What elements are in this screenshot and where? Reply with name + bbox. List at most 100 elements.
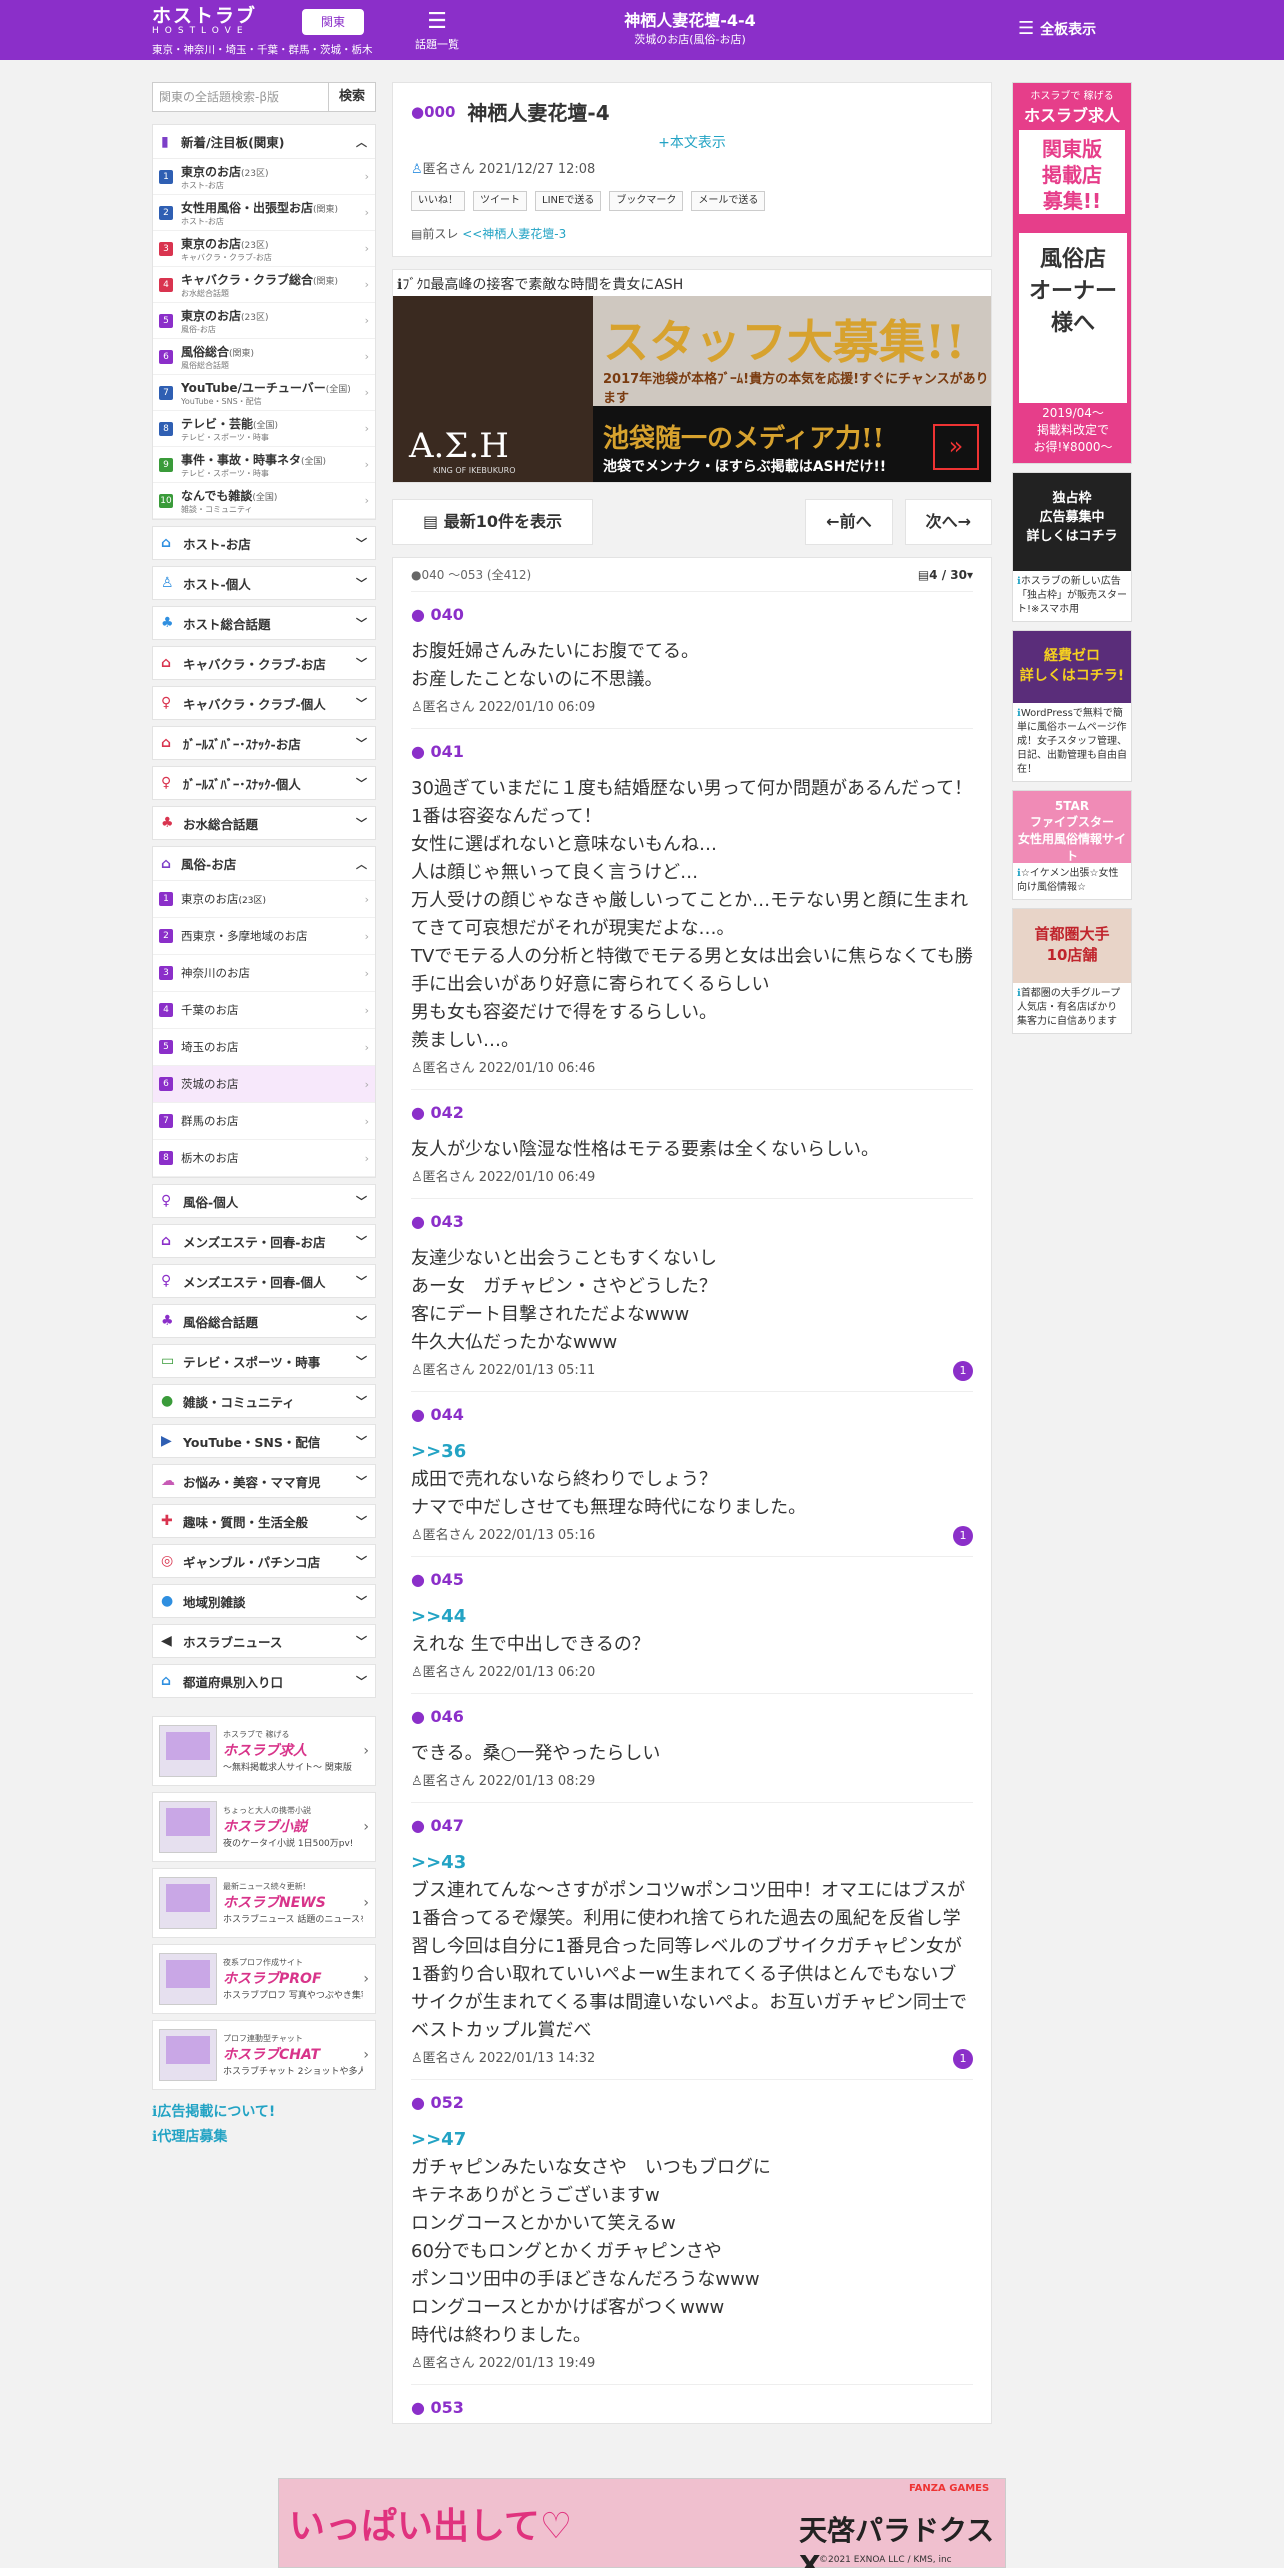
- latest-10-button[interactable]: ▤ 最新10件を表示: [392, 499, 593, 545]
- post-number[interactable]: ● 047: [411, 1803, 973, 1841]
- zero-cost-banner[interactable]: 経費ゼロ 詳しくはコチラ! ℹWordPressで無料で簡単に風俗ホームページ作…: [1012, 630, 1132, 782]
- category-label: ｶﾞｰﾙｽﾞﾊﾞｰ･ｽﾅｯｸ-お店: [183, 736, 301, 752]
- category-item[interactable]: ● 雑談・コミュニティ ﹀: [152, 1384, 376, 1418]
- post-number[interactable]: ● 041: [411, 729, 973, 767]
- bookmark-button[interactable]: ブックマーク: [609, 191, 684, 211]
- ranking-item[interactable]: 2 女性用風俗・出張型お店(関東) ホスト-お店 ›: [153, 195, 375, 231]
- category-item[interactable]: ♣ ホスト総合話題 ﹀: [152, 606, 376, 640]
- category-item[interactable]: ⌂ メンズエステ・回春-お店 ﹀: [152, 1224, 376, 1258]
- bottom-ad-copyright: ©2021 EXNOA LLC / KMS, inc: [819, 2555, 952, 2565]
- category-item[interactable]: ☁ お悩み・美容・ママ育児 ﹀: [152, 1464, 376, 1498]
- service-banner[interactable]: 最新ニュース続々更新! ホスラブNEWS ホスラブニュース 話題のニュースをみんなで…: [152, 1868, 376, 1938]
- ranking-item[interactable]: 9 事件・事故・時事ネタ(全国) テレビ・スポーツ・時事 ›: [153, 447, 375, 483]
- rank-title: 事件・事故・時事ネタ(全国): [181, 451, 365, 468]
- fuzoku-item[interactable]: 1 東京のお店 (23区) ›: [153, 881, 375, 918]
- doc-icon: ▤: [917, 567, 930, 582]
- ranking-header[interactable]: ▮ 新着/注目板(関東) ︿: [153, 125, 375, 159]
- category-item[interactable]: ◎ ギャンブル・パチンコ店 ﹀: [152, 1544, 376, 1578]
- category-item[interactable]: ◀ ホスラブニュース ﹀: [152, 1624, 376, 1658]
- category-item[interactable]: ♀ メンズエステ・回春-個人 ﹀: [152, 1264, 376, 1298]
- fuzoku-item[interactable]: 2 西東京・多摩地域のお店 ›: [153, 918, 375, 955]
- post-number[interactable]: ● 046: [411, 1694, 973, 1732]
- recruit-banner[interactable]: ホスラブで 稼げる ホスラブ求人 関東版 掲載店 募集!! 風俗店 オーナー様へ…: [1012, 82, 1132, 464]
- service-banner[interactable]: プロフ連動型チャットホスラブCHAT ホスラブチャット 2ショットや多人数で気軽に…: [152, 2020, 376, 2090]
- post-number[interactable]: ● 040: [411, 592, 973, 630]
- region-button[interactable]: 関東: [302, 9, 364, 35]
- service-banner[interactable]: 夜系プロフ作成サイトホスラブPROF ホスラブプロフ 写真やつぶやき集客特化のSN…: [152, 1944, 376, 2014]
- ranking-item[interactable]: 8 テレビ・芸能(全国) テレビ・スポーツ・時事 ›: [153, 411, 375, 447]
- category-item[interactable]: ✚ 趣味・質問・生活全般 ﹀: [152, 1504, 376, 1538]
- category-item[interactable]: ⌂ ホスト-お店 ﹀: [152, 526, 376, 560]
- prev-thread-link[interactable]: <<神栖人妻花壇-3: [462, 227, 566, 241]
- exclusive-ad-banner[interactable]: 独占枠 広告募集中 詳しくはコチラ ℹホスラブの新しい広告「独占枠」が販売スター…: [1012, 472, 1132, 622]
- category-item[interactable]: ● 地域別雑談 ﹀: [152, 1584, 376, 1618]
- post-number[interactable]: ● 043: [411, 1199, 973, 1237]
- reply-count-badge[interactable]: 1: [953, 2049, 973, 2069]
- category-item[interactable]: ♀ キャバクラ・クラブ-個人 ﹀: [152, 686, 376, 720]
- post-number[interactable]: ● 044: [411, 1392, 973, 1430]
- fivestar-banner[interactable]: 5TAR ファイブスター 女性用風俗情報サイト ℹ☆イケメン出張☆女性向け風俗情…: [1012, 790, 1132, 900]
- category-item[interactable]: ♀ 風俗-個人 ﹀: [152, 1184, 376, 1218]
- fuzoku-item[interactable]: 5 埼玉のお店 ›: [153, 1029, 375, 1066]
- ad-info-link[interactable]: ℹ広告掲載について!: [152, 2100, 376, 2125]
- all-boards-button[interactable]: ☰ 全板表示: [1018, 18, 1096, 39]
- prev-page-button[interactable]: ←前へ: [805, 499, 893, 545]
- fuzoku-item[interactable]: 8 栃木のお店 ›: [153, 1140, 375, 1177]
- fuzoku-number: 3: [159, 966, 173, 980]
- tweet-button[interactable]: ツイート: [473, 191, 527, 211]
- post-number[interactable]: ● 042: [411, 1090, 973, 1128]
- topics-button[interactable]: ☰ 話題一覧: [412, 8, 462, 52]
- site-logo[interactable]: ホストラブ HOSTLOVE: [152, 6, 292, 37]
- search-input[interactable]: 関東の全話題検索-β版: [152, 82, 328, 112]
- ranking-item[interactable]: 6 風俗総合(関東) 風俗総合話題 ›: [153, 339, 375, 375]
- category-item[interactable]: ▭ テレビ・スポーツ・時事 ﹀: [152, 1344, 376, 1378]
- fuzoku-header[interactable]: ⌂ 風俗-お店 ︿: [153, 847, 375, 881]
- ranking-item[interactable]: 5 東京のお店(23区) 風俗-お店 ›: [153, 303, 375, 339]
- fuzoku-label: 茨城のお店: [181, 1077, 239, 1091]
- category-item[interactable]: ⌂ ｶﾞｰﾙｽﾞﾊﾞｰ･ｽﾅｯｸ-お店 ﹀: [152, 726, 376, 760]
- category-item[interactable]: ⌂ 都道府県別入り口 ﹀: [152, 1664, 376, 1698]
- fuzoku-item[interactable]: 7 群馬のお店 ›: [153, 1103, 375, 1140]
- shutoken-banner[interactable]: 首都圏大手 10店舗 ℹ首都圏の大手グループ 人気店・有名店ばかり 集客力に自信…: [1012, 908, 1132, 1034]
- banner-desc: ホスラブチャット 2ショットや多人数で気軽に: [223, 2067, 364, 2077]
- service-banner[interactable]: ちょっと大人の携帯小説 ホスラブ小説 夜のケータイ小説 1日500万pv! ›: [152, 1792, 376, 1862]
- category-item[interactable]: ▶ YouTube・SNS・配信 ﹀: [152, 1424, 376, 1458]
- topics-label: 話題一覧: [415, 38, 459, 51]
- category-item[interactable]: ♣ お水総合話題 ﹀: [152, 806, 376, 840]
- post-reply-link[interactable]: >>43: [411, 1841, 973, 1877]
- line-button[interactable]: LINEで送る: [535, 191, 602, 211]
- post-number[interactable]: ● 045: [411, 1557, 973, 1595]
- ranking-item[interactable]: 1 東京のお店(23区) ホスト-お店 ›: [153, 159, 375, 195]
- reply-count-badge[interactable]: 1: [953, 1361, 973, 1381]
- ranking-item[interactable]: 4 キャバクラ・クラブ総合(関東) お水総合話題 ›: [153, 267, 375, 303]
- banner-text: ホスラブで 稼げる ホスラブ求人 〜無料掲載求人サイト〜 関東版: [223, 1729, 363, 1773]
- fuzoku-item[interactable]: 4 千葉のお店 ›: [153, 992, 375, 1029]
- fuzoku-item[interactable]: 3 神奈川のお店 ›: [153, 955, 375, 992]
- category-item[interactable]: ♣ 風俗総合話題 ﹀: [152, 1304, 376, 1338]
- fuzoku-item[interactable]: 6 茨城のお店 ›: [153, 1066, 375, 1103]
- ranking-item[interactable]: 7 YouTube/ユーチューバー(全国) YouTube・SNS・配信 ›: [153, 375, 375, 411]
- post-reply-link[interactable]: >>47: [411, 2118, 973, 2154]
- mail-button[interactable]: メールで送る: [691, 191, 766, 211]
- search-button[interactable]: 検索: [328, 82, 376, 112]
- post-reply-link[interactable]: >>44: [411, 1595, 973, 1631]
- page-selector[interactable]: ▤4 / 30▾: [918, 568, 973, 582]
- reply-count-badge[interactable]: 1: [953, 1526, 973, 1546]
- chevron-down-icon: ﹀: [356, 1275, 367, 1288]
- ranking-item[interactable]: 3 東京のお店(23区) キャバクラ・クラブ-お店 ›: [153, 231, 375, 267]
- ad-image[interactable]: スタッフ大募集!! 2017年池袋が本格ﾌﾞｰﾑ!貴方の本気を応援!すぐにチャン…: [393, 296, 991, 482]
- next-page-button[interactable]: 次へ→: [904, 499, 992, 545]
- ranking-item[interactable]: 10 なんでも雑談(全国) 雑談・コミュニティ ›: [153, 483, 375, 519]
- post-number[interactable]: ● 052: [411, 2080, 973, 2118]
- service-banner[interactable]: ホスラブで 稼げる ホスラブ求人 〜無料掲載求人サイト〜 関東版 ›: [152, 1716, 376, 1786]
- facebook-like-button[interactable]: いいね！: [411, 191, 465, 211]
- post-number[interactable]: ● 053: [411, 2385, 973, 2423]
- bottom-ad-banner[interactable]: いっぱい出して♡ FANZA GAMES 天啓パラドクスX ©2021 EXNO…: [278, 2478, 1006, 2568]
- category-item[interactable]: ♀ ｶﾞｰﾙｽﾞﾊﾞｰ･ｽﾅｯｸ-個人 ﹀: [152, 766, 376, 800]
- ad-card[interactable]: ℹﾌﾞｸﾛ最高峰の接客で素敵な時間を貴女にASH スタッフ大募集!! 2017年…: [392, 269, 992, 483]
- post-reply-link[interactable]: >>36: [411, 1430, 973, 1466]
- category-item[interactable]: ♙ ホスト-個人 ﹀: [152, 566, 376, 600]
- show-body-link[interactable]: +本文表示: [411, 132, 973, 152]
- agency-link[interactable]: ℹ代理店募集: [152, 2125, 376, 2150]
- category-item[interactable]: ⌂ キャバクラ・クラブ-お店 ﹀: [152, 646, 376, 680]
